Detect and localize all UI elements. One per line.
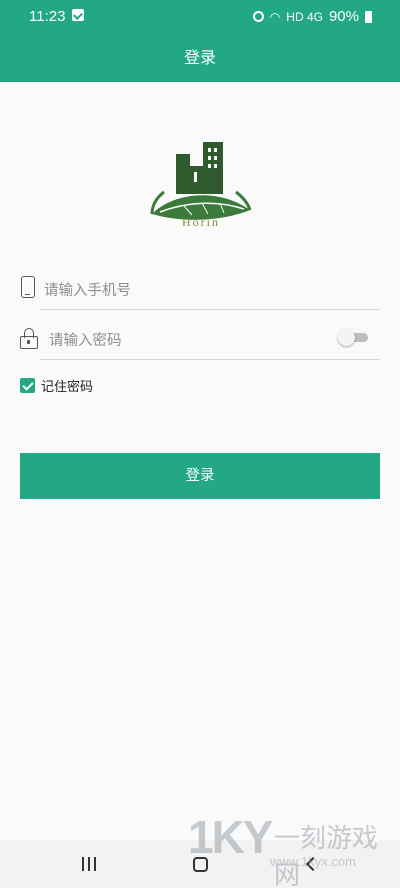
remember-checkbox[interactable]: [20, 377, 35, 393]
page-title: 登录: [183, 48, 216, 67]
wifi-icon: ◠: [269, 9, 281, 24]
login-button[interactable]: 登录: [20, 453, 380, 499]
system-nav-bar: [0, 840, 400, 888]
phone-field[interactable]: 请输入手机号: [18, 268, 382, 310]
remember-password[interactable]: 记住密码: [20, 376, 94, 395]
phone-underline: [40, 309, 380, 310]
password-input[interactable]: 请输入密码: [49, 329, 122, 350]
battery-icon: [365, 10, 372, 23]
status-time: 11:23: [29, 8, 66, 25]
status-indicators: ◠ HD 4G 90%: [252, 8, 372, 25]
app-header: 11:23 ◠ HD 4G 90% 登录: [0, 0, 400, 82]
lock-icon: [20, 328, 40, 352]
phone-icon: [21, 276, 35, 298]
remember-label: 记住密码: [41, 379, 94, 395]
recent-apps-icon[interactable]: [82, 857, 96, 871]
battery-percent: 90%: [328, 8, 359, 25]
home-icon[interactable]: [193, 857, 208, 872]
password-underline: [40, 359, 380, 360]
back-icon[interactable]: [305, 856, 321, 872]
show-password-toggle[interactable]: [338, 329, 368, 346]
network-label: HD 4G: [286, 9, 323, 24]
status-bar: 11:23 ◠ HD 4G 90%: [0, 0, 400, 34]
logo-text: Horin: [182, 215, 220, 229]
phone-input[interactable]: 请输入手机号: [44, 279, 131, 300]
notification-check-icon: [72, 9, 84, 21]
password-field[interactable]: 请输入密码: [18, 318, 382, 360]
alarm-icon: [252, 11, 264, 22]
